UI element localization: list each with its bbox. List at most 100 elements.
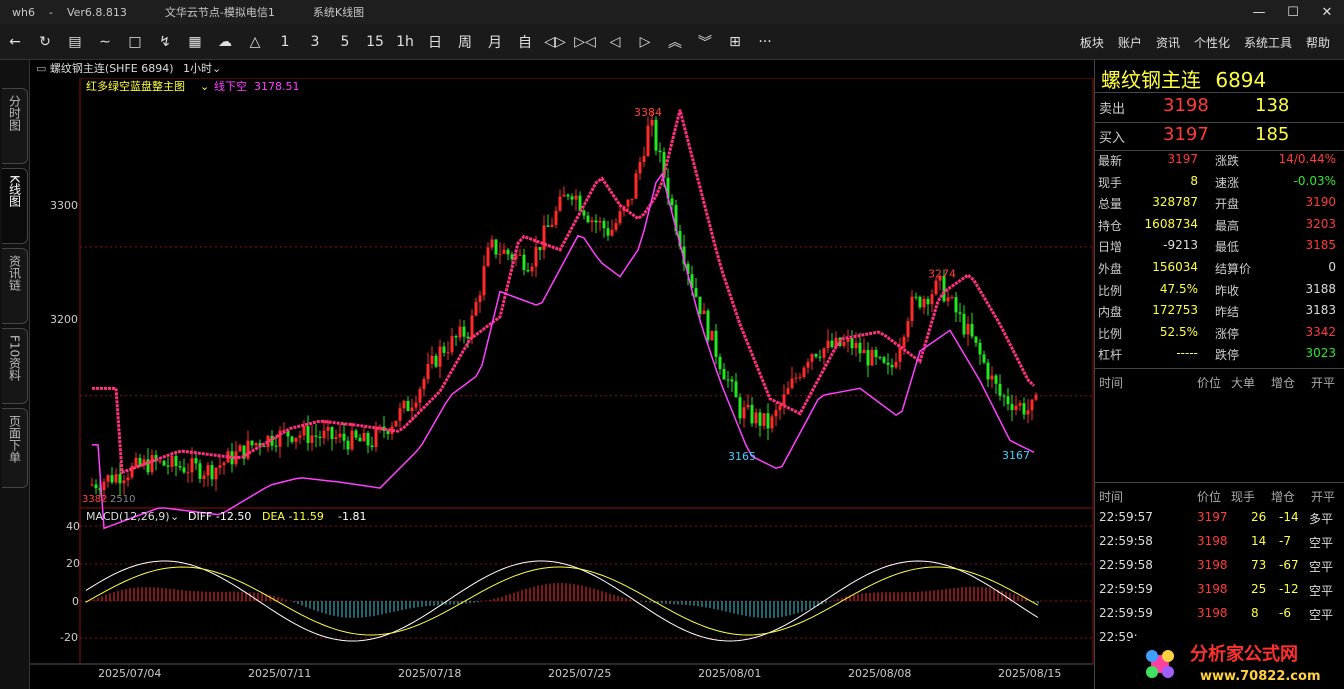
candle-body [354, 430, 358, 438]
candle-body [602, 220, 606, 229]
tab-label: 资讯链 [7, 255, 22, 291]
tick-row[interactable]: 22:59:57 3197 26 -14 多平 [1095, 506, 1344, 530]
candle-body [778, 405, 782, 411]
candle-body [238, 445, 242, 452]
candle-body [222, 462, 226, 466]
tab-label: 分时图 [7, 95, 22, 131]
candle-body [598, 220, 602, 223]
menu-system-tools[interactable]: 系统工具 [1244, 34, 1292, 51]
chevron-down-icon[interactable]: ⌄ [200, 80, 209, 93]
tick-cell: 22:59:59 [1099, 606, 1153, 620]
candle-body [826, 340, 830, 349]
candle-body [126, 477, 130, 481]
candle-body [318, 436, 322, 439]
candle-body [534, 247, 538, 267]
tick-cell: -12 [1279, 582, 1299, 596]
period-custom[interactable]: 自 [510, 32, 540, 52]
bar-chart-icon[interactable]: □ [120, 34, 150, 50]
crosshair-icon[interactable]: ⊞ [720, 34, 750, 50]
menu-personalize[interactable]: 个性化 [1194, 34, 1230, 51]
chart-symbol[interactable]: 螺纹钢主连(SHFE 6894) [50, 62, 174, 75]
right-icon[interactable]: ▷ [630, 34, 660, 50]
period-week[interactable]: 周 [450, 32, 480, 52]
chart-period[interactable]: 1小时 [183, 62, 212, 75]
period-month[interactable]: 月 [480, 32, 510, 52]
column-header: 时间 [1099, 376, 1124, 390]
period-3m[interactable]: 3 [300, 34, 330, 50]
ask-volume: 138 [1255, 95, 1290, 116]
tab-order[interactable]: 页面下单 [2, 408, 28, 488]
candle-body [450, 336, 454, 353]
refresh-icon[interactable]: ↻ [30, 34, 60, 50]
candle-body [810, 354, 814, 362]
bell-icon[interactable]: △ [240, 34, 270, 50]
trend-line [92, 109, 1036, 475]
menu-news[interactable]: 资讯 [1156, 34, 1180, 51]
shrink-icon[interactable]: ▷◁ [570, 34, 600, 50]
period-1m[interactable]: 1 [270, 34, 300, 50]
maximize-icon[interactable]: ☐ [1276, 5, 1310, 20]
tick-row[interactable]: 22:59:59 3198 8 -6 空平 [1095, 602, 1344, 626]
chart-area[interactable]: 红多绿空蓝盘整主图 ⌄ 线下空 3178.51 3384 3274 3165 3… [30, 78, 1094, 689]
view-name: 系统K线图 [312, 6, 365, 19]
x-tick: 2025/08/08 [848, 667, 911, 680]
indicator-label[interactable]: 红多绿空蓝盘整主图 [86, 79, 185, 93]
tab-kline[interactable]: K线图 [2, 168, 28, 244]
period-15m[interactable]: 15 [360, 34, 390, 50]
chevron-down-icon[interactable]: ⌄ [170, 510, 179, 523]
candle-body [930, 294, 934, 305]
candle-body [558, 196, 562, 211]
candle-body [346, 440, 350, 450]
candle-body [918, 296, 922, 308]
quote-value: 1608734 [1144, 216, 1198, 231]
candle-body [1006, 396, 1010, 405]
tick-row[interactable]: 22:59:59 3198 25 -12 空平 [1095, 578, 1344, 602]
down-icon[interactable]: ︾ [690, 32, 720, 52]
tick-chart-icon[interactable]: ↯ [150, 34, 180, 50]
tick-cell: 22:59:58 [1099, 534, 1153, 548]
tick-row[interactable]: 22:59:58 3198 73 -67 空平 [1095, 554, 1344, 578]
menu-sector[interactable]: 板块 [1080, 34, 1104, 51]
tab-news-chain[interactable]: 资讯链 [2, 248, 28, 324]
list-icon[interactable]: ▤ [60, 34, 90, 50]
candle-body [794, 377, 798, 379]
up-icon[interactable]: ︽ [660, 32, 690, 52]
expand-icon[interactable]: ◁▷ [540, 34, 570, 50]
tab-timeshare[interactable]: 分时图 [2, 88, 28, 164]
candle-body [766, 413, 770, 429]
chevron-down-icon[interactable]: ⌄ [212, 62, 221, 75]
quote-value: 3190 [1305, 195, 1336, 210]
menu-icon[interactable]: ▭ [36, 62, 46, 75]
tick-row[interactable]: 22:59:58 3198 14 -7 空平 [1095, 530, 1344, 554]
back-icon[interactable]: ← [0, 34, 30, 50]
candle-body [754, 412, 758, 424]
candle-body [906, 321, 910, 337]
tab-f10[interactable]: F10资料 [2, 328, 28, 404]
period-day[interactable]: 日 [420, 32, 450, 52]
candle-body [814, 354, 818, 357]
left-icon[interactable]: ◁ [600, 34, 630, 50]
line-chart-icon[interactable]: ∼ [90, 34, 120, 50]
cloud-icon[interactable]: ☁ [210, 34, 240, 50]
candle-body [170, 456, 174, 467]
candle-body [606, 228, 610, 236]
grid-icon[interactable]: ▦ [180, 34, 210, 50]
quote-value: 3197 [1167, 152, 1198, 166]
ask-row[interactable]: 卖出 3198 138 [1095, 94, 1344, 120]
menu-help[interactable]: 帮助 [1306, 34, 1330, 51]
candle-body [546, 225, 550, 227]
quote-value: 156034 [1152, 260, 1198, 274]
macd-label[interactable]: MACD(12,26,9) [86, 510, 170, 523]
quote-key: 涨停 [1215, 326, 1240, 341]
period-1h[interactable]: 1h [390, 34, 420, 50]
quote-key: 总量 [1098, 197, 1123, 212]
period-5m[interactable]: 5 [330, 34, 360, 50]
minimize-icon[interactable]: — [1242, 5, 1276, 20]
bid-row[interactable]: 买入 3197 185 [1095, 123, 1344, 149]
macd-y-tick: 0 [72, 595, 79, 608]
candle-body [326, 427, 330, 431]
menu-account[interactable]: 账户 [1118, 34, 1142, 51]
close-icon[interactable]: ✕ [1310, 5, 1344, 20]
candle-body [430, 355, 434, 364]
more-icon[interactable]: ··· [750, 34, 780, 50]
